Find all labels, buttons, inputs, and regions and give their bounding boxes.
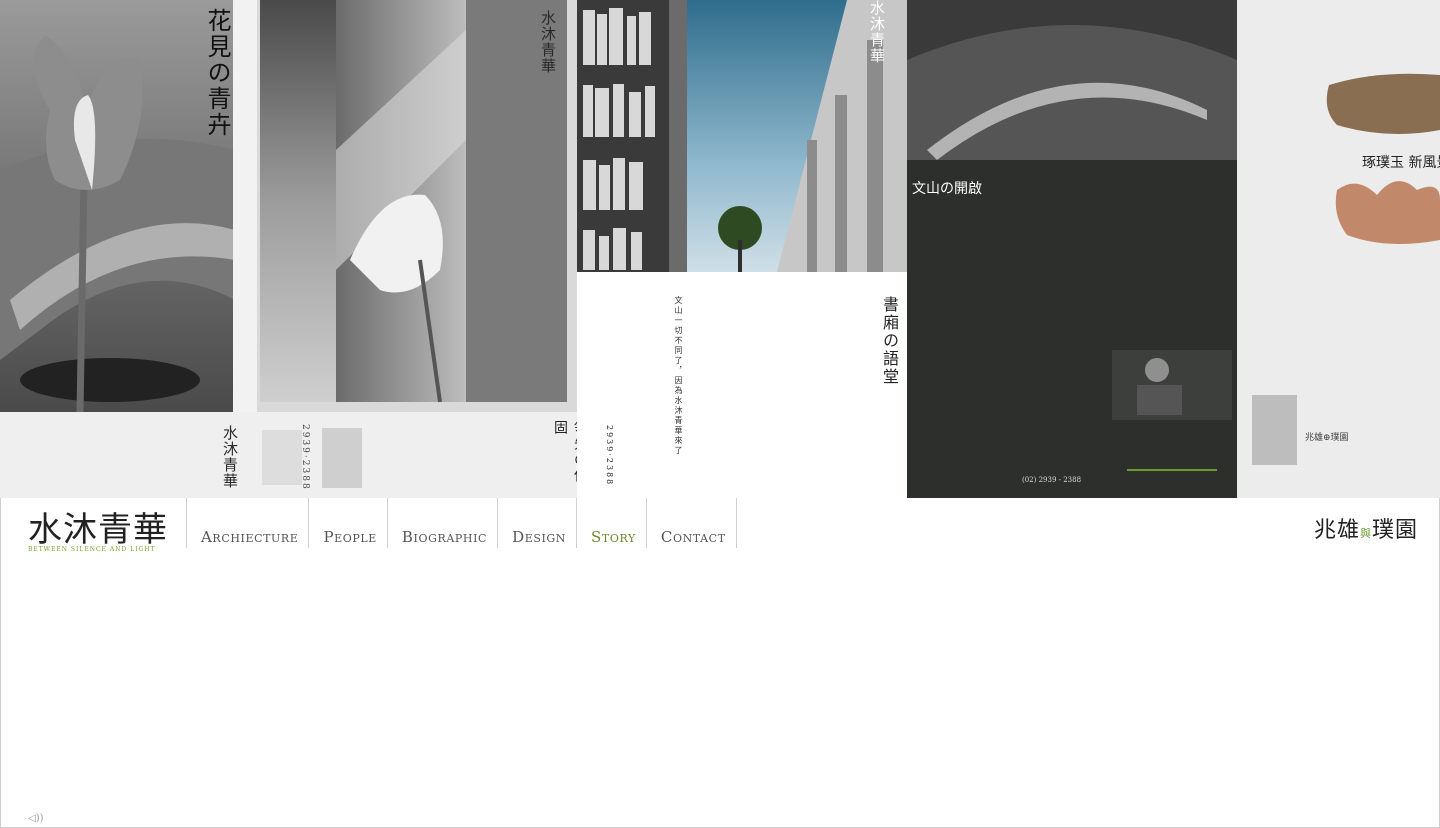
- poster-title: 琢璞玉 新風景: [1362, 155, 1440, 171]
- nav-story[interactable]: Story: [576, 498, 646, 548]
- poster-title: 文山の開啟: [912, 181, 982, 197]
- poster-title: 花見の青卉: [203, 8, 231, 138]
- poster-flower[interactable]: 花見の青卉 領先の保固 水沐青華 水沐青華 2939·2388: [0, 0, 577, 498]
- poster-library[interactable]: 書廂の語堂 文山一切不同了，因為水沐青華來了 水沐青華 2939·2388: [577, 0, 907, 498]
- opening-artwork: [907, 0, 1237, 498]
- poster-gallery[interactable]: 花見の青卉 領先の保固 水沐青華 水沐青華 2939·2388: [0, 0, 1440, 498]
- poster-phone: 2939·2388: [605, 425, 614, 487]
- library-artwork: [577, 0, 907, 498]
- partner-logo[interactable]: 兆雄與璞園: [1314, 512, 1418, 544]
- poster-logo: 水沐青華: [868, 0, 886, 64]
- poster-logo-bottom: 水沐青華: [221, 425, 239, 489]
- nav-contact[interactable]: Contact: [645, 498, 737, 548]
- nav-design[interactable]: Design: [497, 498, 576, 548]
- site-logo-tagline: BETWEEN SILENCE AND LIGHT: [28, 546, 156, 553]
- speaker-icon[interactable]: ◁)): [28, 813, 44, 824]
- partner-name-a: 兆雄: [1313, 518, 1360, 543]
- site-logo[interactable]: 水沐青華 BETWEEN SILENCE AND LIGHT: [28, 512, 168, 553]
- partner-joiner: 與: [1359, 527, 1372, 540]
- jade-artwork: [1252, 73, 1440, 465]
- poster-opening[interactable]: 文山の開啟 (02) 2939 - 2388: [907, 0, 1237, 498]
- poster-headline: 文山一切不同了，因為水沐青華來了: [674, 296, 683, 456]
- main-navigation: Archiecture People Biographic Design Sto…: [186, 498, 737, 548]
- site-logo-name: 水沐青華: [28, 510, 168, 550]
- poster-phone: 2939·2388: [300, 424, 310, 491]
- flower-artwork: [0, 0, 577, 498]
- nav-biographic[interactable]: Biographic: [386, 498, 497, 548]
- nav-archiecture[interactable]: Archiecture: [186, 498, 308, 548]
- poster-jade[interactable]: 琢璞玉 新風景 兆雄⊕璞園: [1237, 0, 1440, 498]
- nav-people[interactable]: People: [308, 498, 386, 548]
- poster-footer-logo: 兆雄⊕璞園: [1305, 433, 1349, 443]
- poster-title: 書廂の語堂: [880, 296, 899, 386]
- poster-phone: (02) 2939 - 2388: [1022, 476, 1082, 484]
- poster-subtitle: 領先の保固: [552, 420, 577, 484]
- poster-logo: 水沐青華: [539, 10, 557, 74]
- partner-name-b: 璞園: [1371, 518, 1418, 543]
